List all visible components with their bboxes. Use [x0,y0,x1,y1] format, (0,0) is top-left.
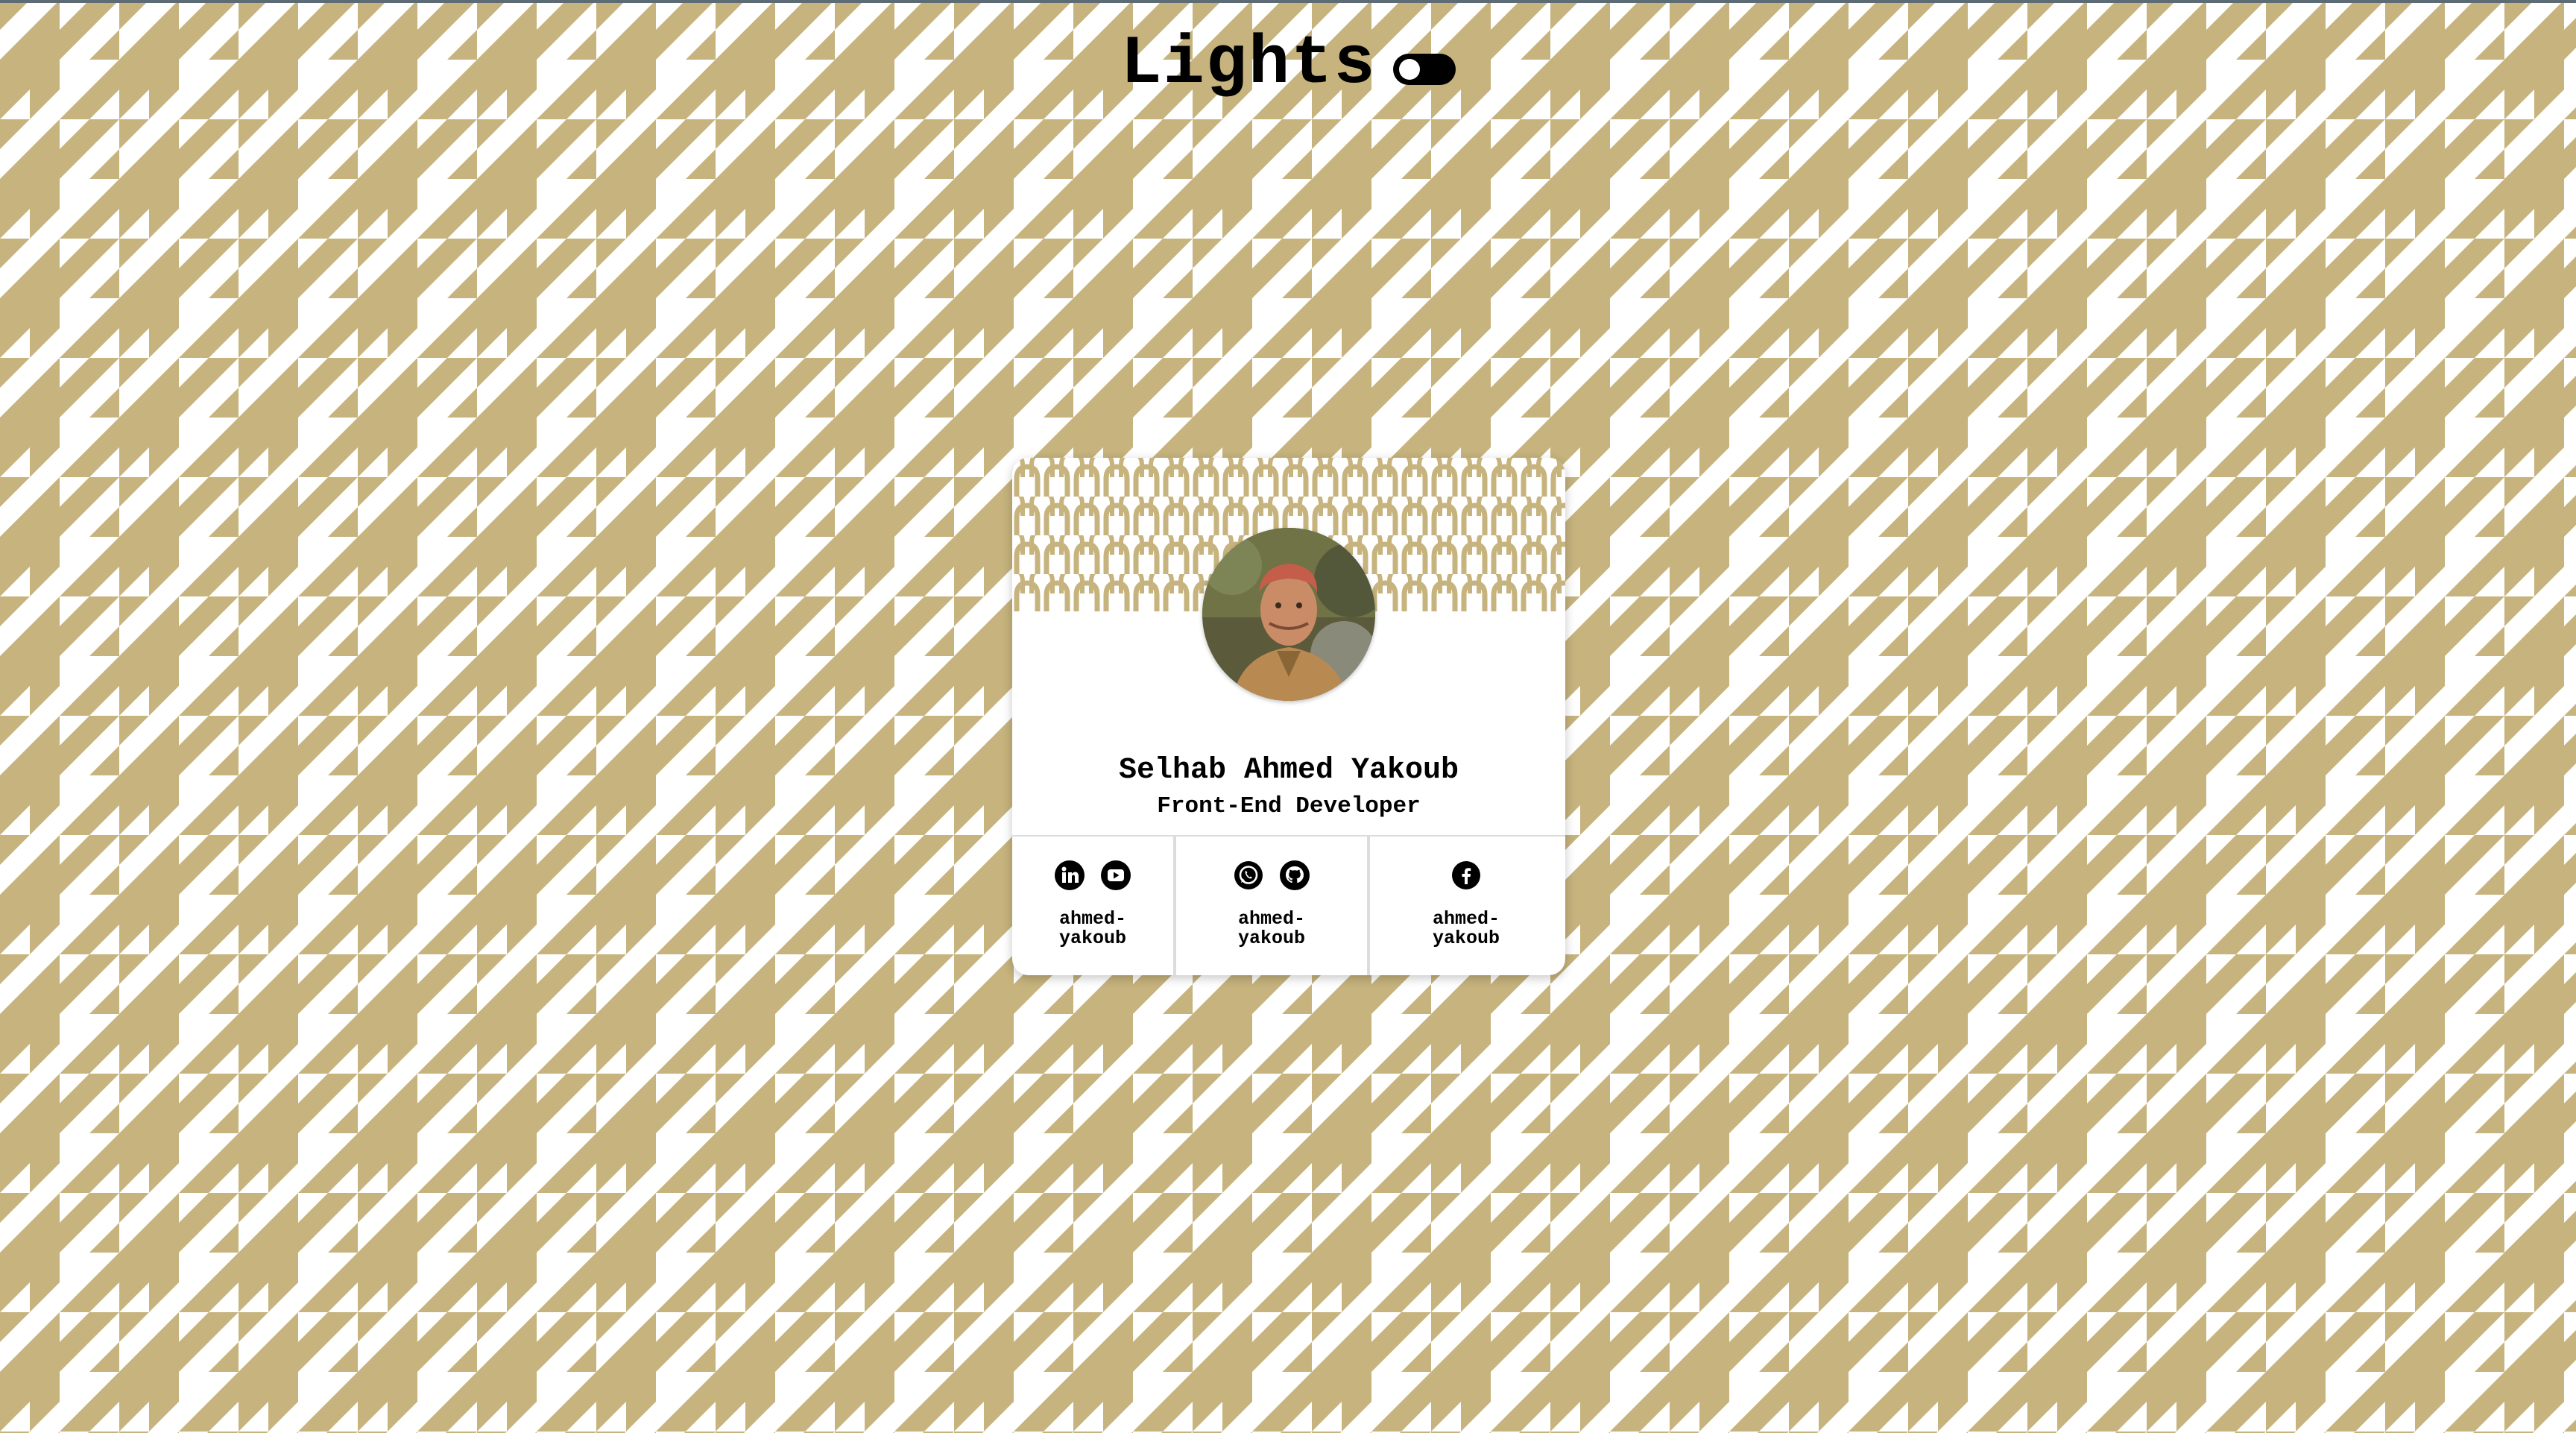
page-title: Lights [1120,25,1377,103]
social-cell-whatsapp-github: ahmed- yakoub [1176,837,1370,975]
page-header: Lights [0,30,2576,98]
avatar [1202,528,1375,701]
social-links-row: ahmed- yakoub ahmed- yakoub ahmed- yakou… [1012,835,1565,975]
linkedin-icon[interactable] [1054,860,1085,891]
social-handle[interactable]: ahmed- yakoub [1227,908,1316,950]
profile-role: Front-End Developer [1157,793,1421,819]
handle-line: yakoub [1058,927,1126,950]
window-top-border [0,0,2576,3]
whatsapp-icon[interactable] [1233,860,1264,891]
handle-line: yakoub [1237,927,1305,950]
toggle-knob[interactable] [1398,59,1420,80]
handle-line: ahmed- [1432,908,1500,930]
github-icon[interactable] [1279,860,1310,891]
social-cell-linkedin-youtube: ahmed- yakoub [1012,837,1176,975]
profile-card: Selhab Ahmed Yakoub Front-End Developer … [1012,458,1565,975]
handle-line: yakoub [1432,927,1500,950]
youtube-icon[interactable] [1100,860,1131,891]
social-cell-facebook: ahmed- yakoub [1370,837,1562,975]
handle-line: ahmed- [1058,908,1126,930]
facebook-icon[interactable] [1450,860,1482,891]
social-handle[interactable]: ahmed- yakoub [1048,908,1137,950]
social-handle[interactable]: ahmed- yakoub [1421,908,1511,950]
lights-toggle[interactable] [1392,54,1456,85]
handle-line: ahmed- [1237,908,1305,930]
profile-name: Selhab Ahmed Yakoub [1118,754,1459,787]
